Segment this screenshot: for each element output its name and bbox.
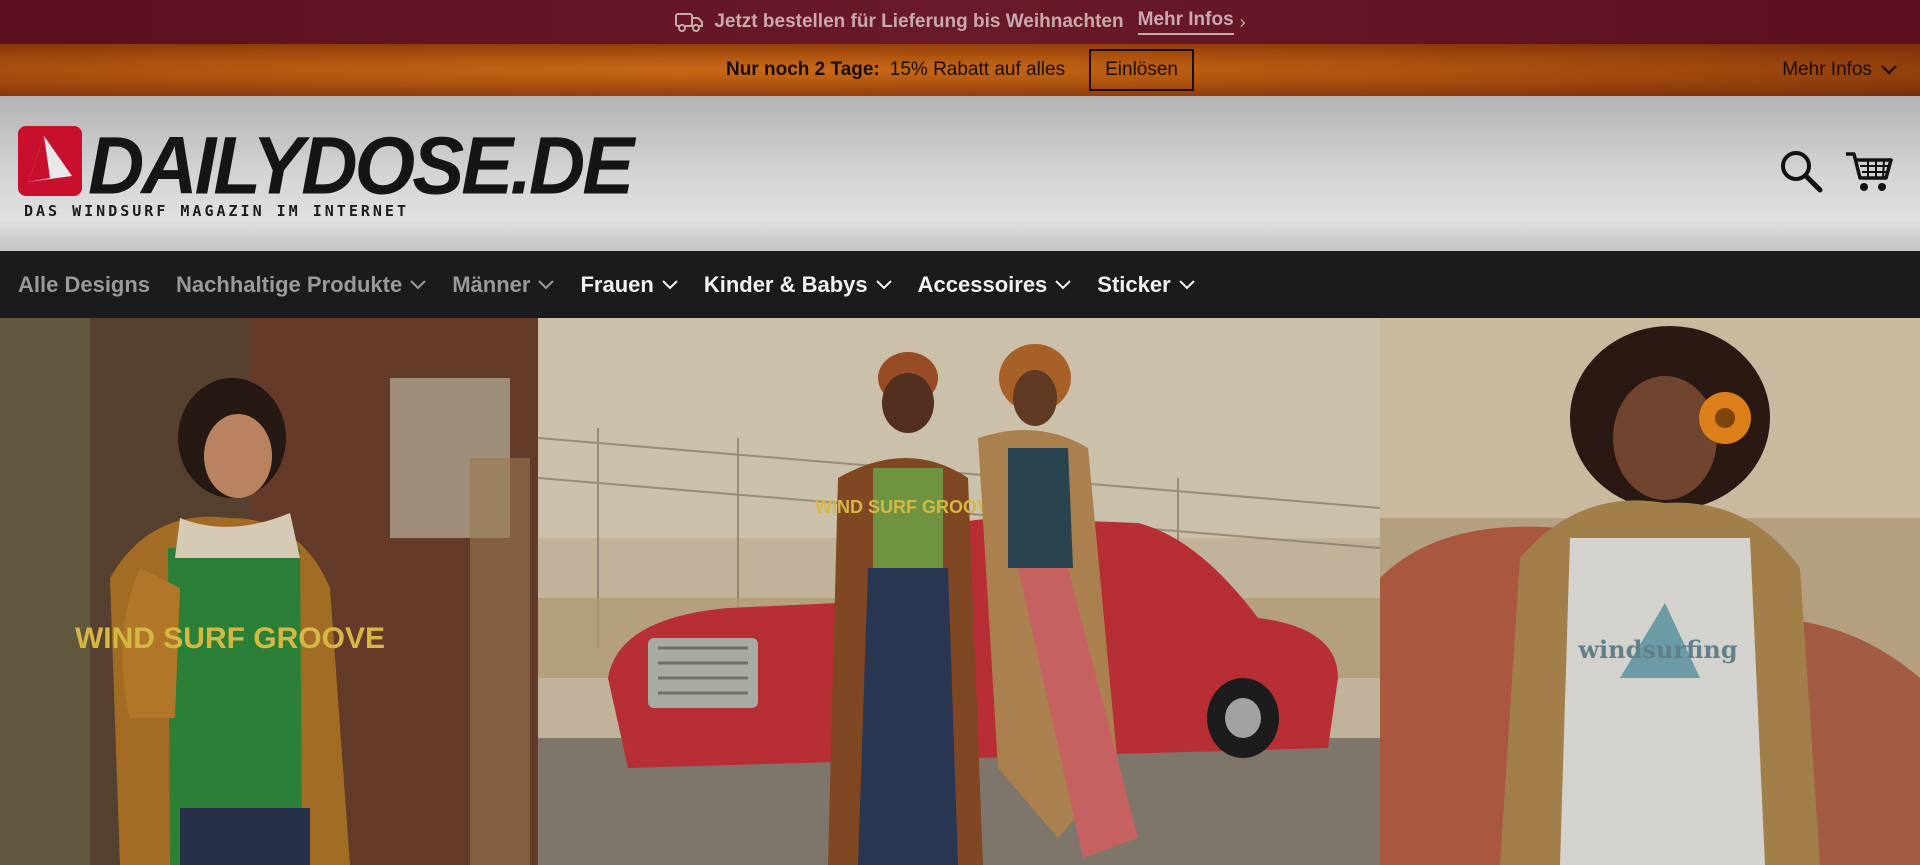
nav-item-frauen[interactable]: Frauen <box>580 271 678 298</box>
nav-item-kinder-babys[interactable]: Kinder & Babys <box>704 272 892 298</box>
redeem-button[interactable]: Einlösen <box>1089 49 1194 91</box>
promo-lead: Nur noch 2 Tage: <box>725 59 880 80</box>
nav-item-sticker[interactable]: Sticker <box>1097 271 1195 298</box>
shipping-banner: Jetzt bestellen für Lieferung bis Weihna… <box>0 0 1920 44</box>
promo-more-info-label: Mehr Infos <box>1782 59 1872 80</box>
chevron-down-icon <box>538 279 555 289</box>
main-nav: Alle Designs Nachhaltige Produkte Männer… <box>0 251 1920 318</box>
chevron-right-icon: › <box>1239 11 1246 32</box>
nav-item-label: Sticker <box>1097 271 1171 297</box>
nav-item-label: Alle Designs <box>18 271 151 297</box>
nav-item-nachhaltige-produkte[interactable]: Nachhaltige Produkte <box>176 272 426 298</box>
promo-banner: Nur noch 2 Tage: 15% Rabatt auf alles Ei… <box>0 44 1920 96</box>
nav-item-label: Nachhaltige Produkte <box>176 271 403 297</box>
logo-tagline: DAS WINDSURF MAGAZIN IM INTERNET <box>24 202 409 220</box>
search-icon[interactable] <box>1778 148 1824 194</box>
nav-item-label: Accessoires <box>917 271 1048 297</box>
site-header: DAILYDOSE.DE DAS WINDSURF MAGAZIN IM INT… <box>0 96 1920 251</box>
site-logo[interactable]: DAILYDOSE.DE DAS WINDSURF MAGAZIN IM INT… <box>18 119 634 221</box>
shipping-message: Jetzt bestellen für Lieferung bis Weihna… <box>714 11 1124 32</box>
nav-item-alle-designs[interactable]: Alle Designs <box>18 272 150 298</box>
nav-item-label: Frauen <box>580 271 654 297</box>
logo-sail-icon <box>18 126 82 196</box>
chevron-down-icon <box>410 279 426 289</box>
nav-item-maenner[interactable]: Männer <box>452 271 555 298</box>
hero-banner[interactable]: WIND SURF GROOVE WIND SURF GROOVE windsu… <box>0 318 1920 865</box>
nav-item-accessoires[interactable]: Accessoires <box>918 272 1072 298</box>
truck-icon <box>675 13 704 32</box>
logo-wordmark: DAILYDOSE.DE <box>88 118 634 212</box>
chevron-down-icon <box>662 279 678 289</box>
chevron-down-icon <box>1881 65 1897 75</box>
nav-item-label: Männer <box>452 271 531 297</box>
nav-item-label: Kinder & Babys <box>703 271 868 297</box>
chevron-down-icon <box>875 279 892 289</box>
shipping-more-info-link[interactable]: Mehr Infos <box>1137 9 1234 35</box>
chevron-down-icon <box>1178 279 1195 289</box>
hero-overlay <box>0 318 1920 865</box>
promo-offer: 15% Rabatt auf alles <box>889 59 1066 80</box>
promo-more-info-toggle[interactable]: Mehr Infos <box>1782 44 1898 96</box>
cart-icon[interactable] <box>1844 148 1894 194</box>
chevron-down-icon <box>1055 279 1072 289</box>
